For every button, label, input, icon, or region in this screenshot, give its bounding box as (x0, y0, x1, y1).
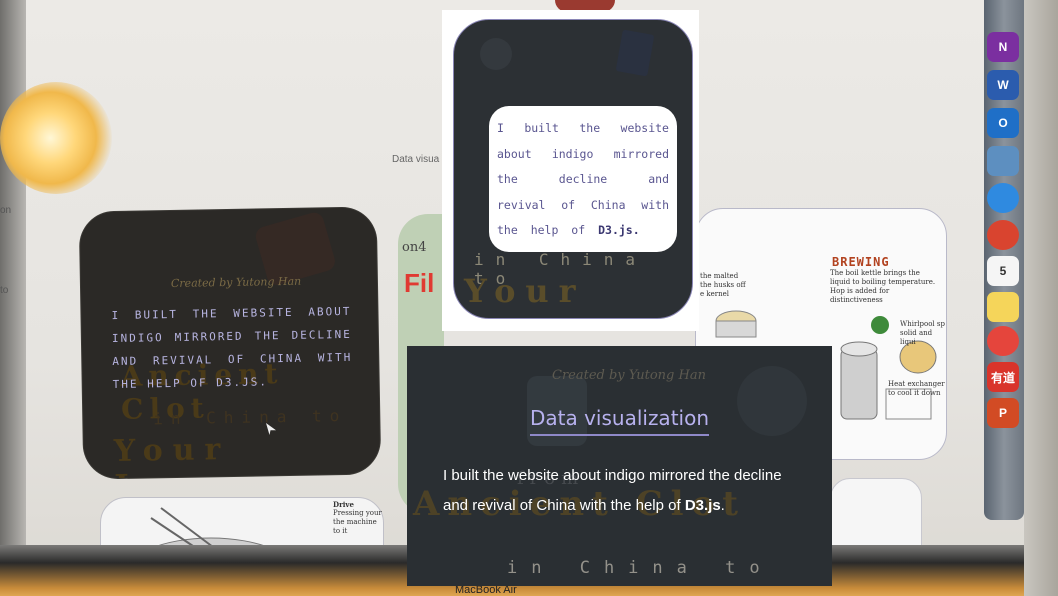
speech-bubble-bold: D3.js. (598, 223, 640, 237)
project-thumbnail[interactable]: in China to Your Jean I built the websit… (453, 19, 693, 319)
brewing-title: BREWING (832, 255, 890, 269)
mid-card-text: on4 (402, 240, 427, 255)
powerpoint-icon[interactable]: P (987, 398, 1019, 428)
panel-ghost-subtitle: in China to (507, 558, 774, 578)
thumbnail-ghost-title: Your Jean (464, 272, 586, 318)
panel-title[interactable]: Data visualization (529, 406, 710, 436)
panel-ghost-creator: Created by Yutong Han (552, 368, 706, 383)
caption-fragment: Data visua (392, 154, 440, 165)
hanger-icon (480, 38, 512, 70)
monitor-right-edge (1024, 0, 1058, 596)
panel-heading: Data visualization (407, 406, 832, 436)
dock: N W O 5 有道 P (984, 0, 1024, 520)
malt-text: the malted the husks off e kernel (700, 272, 746, 298)
speech-bubble: I built the website about indigo mirrore… (489, 106, 677, 252)
chrome-icon[interactable] (987, 220, 1019, 250)
word-icon[interactable]: W (987, 70, 1019, 100)
jacket-icon (615, 29, 655, 77)
side-label-2: to (0, 285, 9, 296)
panel-description-end: . (720, 497, 725, 514)
info-panel: Created by Yutong Han from Ancient Clot … (407, 346, 832, 586)
speech-bubble-body: I built the website about indigo mirrore… (497, 121, 669, 237)
card-description: I BUILT THE WEBSITE ABOUT INDIGO MIRRORE… (111, 304, 353, 392)
drive-title: Drive (333, 500, 354, 509)
panel-description-text: I built the website about indigo mirrore… (443, 467, 782, 514)
speech-bubble-text: I built the website about indigo mirrore… (497, 116, 669, 244)
onenote-icon[interactable]: N (987, 32, 1019, 62)
youdao-icon[interactable]: 有道 (987, 362, 1019, 392)
panel-description: I built the website about indigo mirrore… (443, 461, 803, 521)
calendar-icon[interactable]: 5 (987, 256, 1019, 286)
heat-exchanger-text: Heat exchanger to cool it down (888, 380, 945, 397)
project-card-left[interactable]: Created by Yutong Han Ancient Clot in Ch… (79, 207, 381, 479)
safari-icon[interactable] (987, 183, 1019, 213)
mid-card-red-text: Fil (404, 268, 435, 298)
music-icon[interactable] (987, 326, 1019, 356)
card-ghost-subtitle: in China to (153, 405, 348, 429)
drive-text: Drive Pressing your the machine to it (333, 500, 383, 536)
card-creator: Created by Yutong Han (170, 274, 302, 291)
panel-description-bold: D3.js (684, 497, 721, 514)
drive-description: Pressing your the machine to it (333, 509, 382, 535)
overlay-image-card: in China to Your Jean I built the websit… (442, 10, 699, 331)
notes-icon[interactable] (987, 292, 1019, 322)
card-ghost-title-2: Your Jeans (113, 432, 257, 479)
side-label-1: on (0, 205, 12, 216)
outlook-icon[interactable]: O (987, 108, 1019, 138)
whirlpool-text: Whirlpool sp solid and liqui (900, 320, 945, 346)
lamp-light (0, 82, 112, 194)
project-card-bottom-right[interactable] (830, 478, 922, 550)
preview-icon[interactable] (987, 146, 1019, 176)
brewing-text: The boil kettle brings the liquid to boi… (830, 269, 936, 304)
